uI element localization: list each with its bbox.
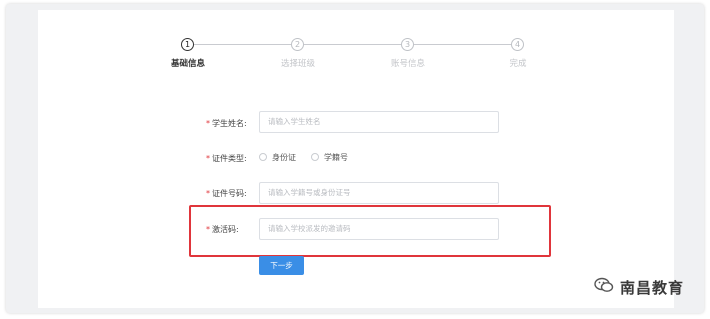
required-mark: *	[206, 119, 210, 128]
step-2-circle: 2	[291, 38, 304, 51]
student-name-label-text: 学生姓名:	[212, 119, 247, 128]
required-mark: *	[206, 189, 210, 198]
step-4-label: 完成	[509, 59, 527, 69]
step-1-circle: 1	[181, 38, 194, 51]
step-4-circle: 4	[511, 38, 524, 51]
student-name-label: * 学生姓名:	[206, 118, 247, 129]
step-connector	[414, 44, 511, 45]
step-2-label: 选择班级	[280, 59, 316, 69]
radio-circle-icon	[311, 153, 319, 161]
step-3-circle: 3	[401, 38, 414, 51]
watermark: 南昌教育	[594, 276, 684, 298]
step-connector	[194, 44, 291, 45]
radio-id-card[interactable]: 身份证	[259, 152, 296, 163]
student-name-input[interactable]: 请输入学生姓名	[259, 111, 499, 133]
radio-student-number-label: 学籍号	[324, 153, 348, 162]
radio-student-number[interactable]: 学籍号	[311, 152, 348, 163]
id-number-input[interactable]: 请输入学籍号或身份证号	[259, 182, 499, 204]
step-connector	[304, 44, 401, 45]
id-number-label: * 证件号码:	[206, 188, 247, 199]
id-type-label-text: 证件类型:	[212, 154, 247, 163]
id-number-label-text: 证件号码:	[212, 189, 247, 198]
watermark-text: 南昌教育	[620, 278, 685, 297]
activation-code-highlight-box	[189, 205, 551, 257]
radio-circle-icon	[259, 153, 267, 161]
step-3-label: 账号信息	[390, 59, 426, 69]
step-1-label: 基础信息	[170, 59, 206, 69]
form-card	[38, 10, 674, 308]
radio-id-card-label: 身份证	[272, 153, 296, 162]
wechat-logo-icon	[594, 277, 614, 297]
next-step-button[interactable]: 下一步	[259, 256, 304, 275]
required-mark: *	[206, 154, 210, 163]
id-type-label: * 证件类型:	[206, 153, 247, 164]
